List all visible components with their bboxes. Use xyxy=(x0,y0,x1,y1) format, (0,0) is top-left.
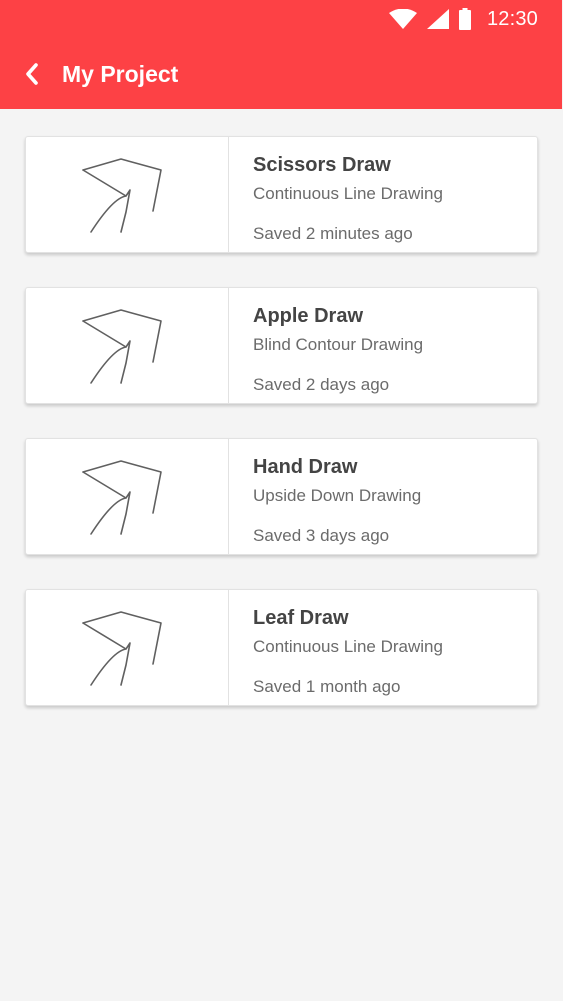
project-list: Scissors Draw Continuous Line Drawing Sa… xyxy=(25,136,538,740)
project-info: Hand Draw Upside Down Drawing Saved 3 da… xyxy=(229,439,421,554)
status-bar: 12:30 xyxy=(388,6,538,32)
project-card[interactable]: Scissors Draw Continuous Line Drawing Sa… xyxy=(25,136,538,253)
project-title: Scissors Draw xyxy=(253,154,391,176)
toolbar: My Project xyxy=(0,52,178,96)
project-info: Apple Draw Blind Contour Drawing Saved 2… xyxy=(229,288,423,403)
project-drawing-type: Continuous Line Drawing xyxy=(253,637,443,656)
project-drawing-type: Blind Contour Drawing xyxy=(253,335,424,354)
project-card[interactable]: Leaf Draw Continuous Line Drawing Saved … xyxy=(25,589,538,706)
wifi-icon xyxy=(388,9,417,29)
project-thumbnail xyxy=(26,590,229,705)
cellular-signal-icon xyxy=(426,9,449,29)
project-thumbnail xyxy=(26,288,229,403)
back-button[interactable] xyxy=(0,52,64,96)
project-saved-time: Saved 3 days ago xyxy=(253,526,390,545)
project-saved-time: Saved 1 month ago xyxy=(253,677,401,696)
sketch-thumbnail xyxy=(82,460,162,535)
project-title: Hand Draw xyxy=(253,456,358,478)
project-title: Apple Draw xyxy=(253,305,364,327)
sketch-thumbnail xyxy=(82,309,162,384)
project-drawing-type: Continuous Line Drawing xyxy=(253,184,443,203)
project-info: Leaf Draw Continuous Line Drawing Saved … xyxy=(229,590,443,705)
project-saved-time: Saved 2 days ago xyxy=(253,375,390,394)
project-saved-time: Saved 2 minutes ago xyxy=(253,224,413,243)
project-card[interactable]: Apple Draw Blind Contour Drawing Saved 2… xyxy=(25,287,538,404)
status-time: 12:30 xyxy=(486,7,538,30)
sketch-thumbnail xyxy=(82,611,162,686)
sketch-thumbnail xyxy=(82,158,162,233)
project-drawing-type: Upside Down Drawing xyxy=(253,486,422,505)
app-bar: 12:30 My Project xyxy=(0,0,562,109)
project-card[interactable]: Hand Draw Upside Down Drawing Saved 3 da… xyxy=(25,438,538,555)
chevron-left-icon xyxy=(26,63,38,85)
project-title: Leaf Draw xyxy=(253,607,349,629)
battery-icon xyxy=(458,8,471,30)
page-title: My Project xyxy=(62,60,179,87)
project-thumbnail xyxy=(26,137,229,252)
project-thumbnail xyxy=(26,439,229,554)
project-info: Scissors Draw Continuous Line Drawing Sa… xyxy=(229,137,443,252)
